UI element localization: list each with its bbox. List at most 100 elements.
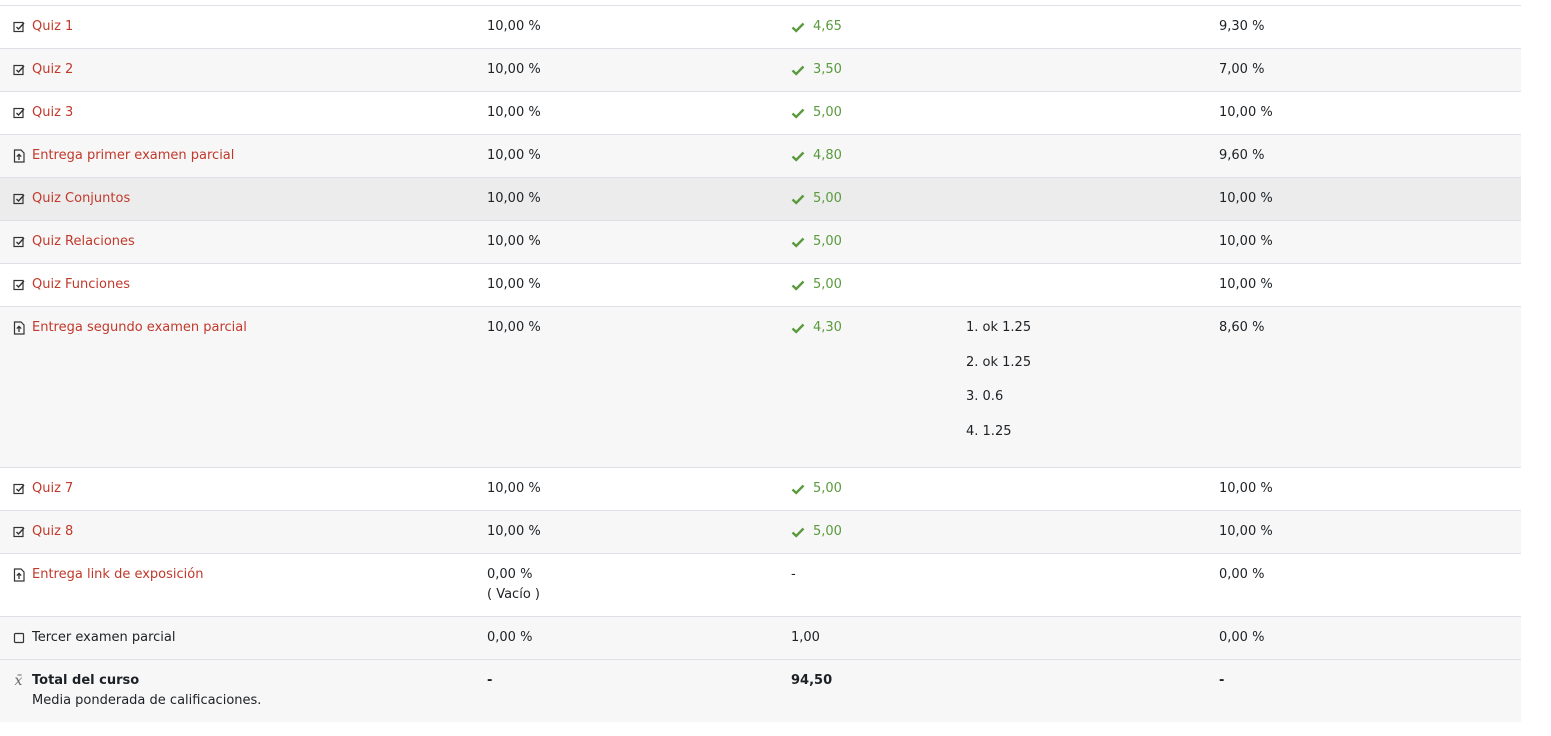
weight-cell: 0,00 % ( Vacío ) [487,567,540,603]
item-name-cell: Quiz Funciones [12,277,130,293]
checkmark-icon [791,63,805,77]
grade-cell: 4,65 [791,19,842,35]
contribution-cell: 9,60 % [1219,148,1265,163]
grade-value: 4,65 [813,19,842,34]
grade-value: - [791,567,796,582]
table-row: Quiz Funciones 10,00 % 5,00 10,00 % [0,264,1521,307]
item-name-cell: Quiz Conjuntos [12,191,130,207]
weight-cell: 10,00 % [487,148,541,163]
item-name-cell: Quiz 3 [12,105,73,121]
checkmark-icon [791,20,805,34]
grade-value: 1,00 [791,630,820,645]
weight-cell: - [487,673,493,688]
table-row: Quiz 8 10,00 % 5,00 10,00 % [0,511,1521,554]
checkmark-icon [791,321,805,335]
quiz-check-icon [12,481,25,497]
grade-cell: 5,00 [791,481,842,497]
contribution-cell: 9,30 % [1219,19,1265,34]
item-link[interactable]: Entrega primer examen parcial [32,148,234,164]
item-name-cell: Quiz Relaciones [12,234,135,250]
grade-value: 5,00 [813,191,842,206]
weight-cell: 10,00 % [487,105,541,120]
weight-cell: 10,00 % [487,481,541,496]
grade-cell: 4,80 [791,148,842,164]
assignment-upload-icon [12,567,25,583]
weight-cell: 10,00 % [487,277,541,292]
quiz-check-icon [12,524,25,540]
assignment-upload-icon [12,320,25,336]
checkmark-icon [791,106,805,120]
item-name-cell: Quiz 2 [12,62,73,78]
contribution-cell: 7,00 % [1219,62,1265,77]
item-name-cell: Quiz 8 [12,524,73,540]
table-row: Quiz 2 10,00 % 3,50 7,00 % [0,49,1521,92]
grade-value: 94,50 [791,673,833,688]
quiz-check-icon [12,191,25,207]
weight-cell: 10,00 % [487,62,541,77]
grade-value: 3,50 [813,62,842,77]
contribution-cell: 0,00 % [1219,567,1265,582]
item-link[interactable]: Entrega link de exposición [32,567,203,583]
table-row: Quiz Conjuntos 10,00 % 5,00 10,00 % [0,178,1521,221]
grade-cell: - [791,567,796,583]
contribution-cell: 10,00 % [1219,481,1273,496]
checkmark-icon [791,149,805,163]
item-name-cell: Entrega link de exposición [12,567,203,583]
contribution-cell: 10,00 % [1219,524,1273,539]
table-row: Quiz 7 10,00 % 5,00 10,00 % [0,468,1521,511]
grade-value: 4,80 [813,148,842,163]
feedback-line: 4. 1.25 [966,424,1012,440]
grade-cell: 3,50 [791,62,842,78]
grade-value: 5,00 [813,277,842,292]
item-name-cell: x̄ Total del curso Media ponderada de ca… [12,673,262,709]
checkmark-icon [791,278,805,292]
contribution-cell: - [1219,673,1225,688]
item-link[interactable]: Quiz 1 [32,19,73,35]
total-label-group: Total del curso Media ponderada de calif… [32,673,261,709]
item-link[interactable]: Quiz 8 [32,524,73,540]
feedback-line: 1. ok 1.25 [966,320,1032,335]
grade-cell: 5,00 [791,234,842,250]
grade-cell: 5,00 [791,524,842,540]
item-link[interactable]: Quiz Funciones [32,277,130,293]
item-link[interactable]: Quiz 3 [32,105,73,121]
table-row: Tercer examen parcial 0,00 % 1,00 0,00 % [0,617,1521,660]
checkmark-icon [791,192,805,206]
weight-cell: 10,00 % [487,234,541,249]
quiz-check-icon [12,277,25,293]
grade-cell: 5,00 [791,277,842,293]
table-row: Quiz Relaciones 10,00 % 5,00 10,00 % [0,221,1521,264]
weight-cell: 10,00 % [487,19,541,34]
contribution-cell: 8,60 % [1219,320,1265,335]
contribution-cell: 10,00 % [1219,191,1273,206]
contribution-cell: 10,00 % [1219,234,1273,249]
course-total-row: x̄ Total del curso Media ponderada de ca… [0,660,1521,722]
feedback-cell: 1. ok 1.25 2. ok 1.25 3. 0.6 4. 1.25 [966,320,1031,459]
item-name-cell: Quiz 1 [12,19,73,35]
grade-value: 5,00 [813,481,842,496]
weight-cell: 10,00 % [487,320,541,335]
item-name-cell: Entrega segundo examen parcial [12,320,247,336]
table-row: Quiz 3 10,00 % 5,00 10,00 % [0,92,1521,135]
item-name-cell: Tercer examen parcial [12,630,176,646]
item-link[interactable]: Quiz 2 [32,62,73,78]
grade-cell: 4,30 [791,320,842,336]
contribution-cell: 10,00 % [1219,105,1273,120]
weight-cell: 10,00 % [487,191,541,206]
weight-value: 0,00 % [487,567,533,582]
table-row: Entrega primer examen parcial 10,00 % 4,… [0,135,1521,178]
checkmark-icon [791,235,805,249]
item-name-cell: Entrega primer examen parcial [12,148,234,164]
grade-report-table: Quiz 1 10,00 % 4,65 9,30 % Quiz 2 10,00 … [0,5,1521,722]
grade-value: 5,00 [813,105,842,120]
weight-cell: 10,00 % [487,524,541,539]
item-link[interactable]: Quiz Relaciones [32,234,135,250]
item-link[interactable]: Quiz Conjuntos [32,191,130,207]
manual-item-icon [12,630,25,646]
item-link[interactable]: Quiz 7 [32,481,73,497]
quiz-check-icon [12,19,25,35]
quiz-check-icon [12,62,25,78]
item-link[interactable]: Entrega segundo examen parcial [32,320,247,336]
contribution-cell: 10,00 % [1219,277,1273,292]
contribution-cell: 0,00 % [1219,630,1265,645]
